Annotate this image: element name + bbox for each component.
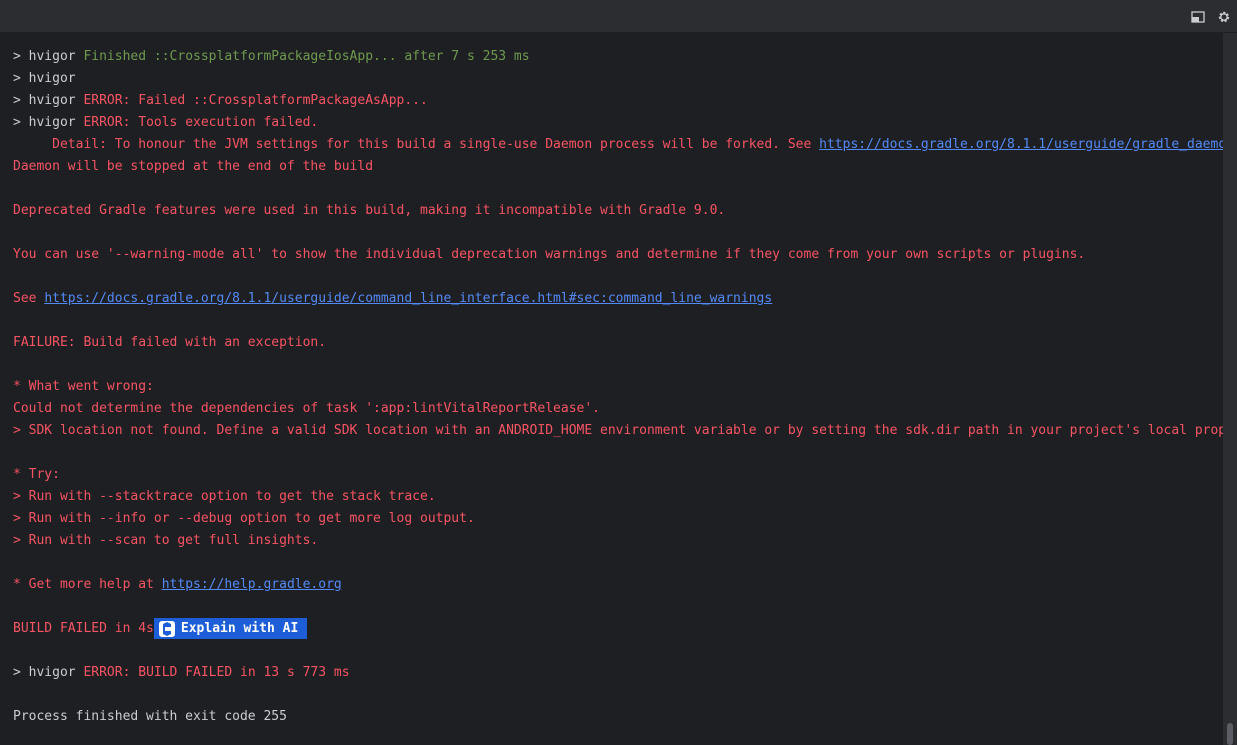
console-line: Deprecated Gradle features were used in … <box>13 203 726 218</box>
console-line: FAILURE: Build failed with an exception. <box>13 335 327 350</box>
success-message: Finished ::CrossplatformPackageIosApp...… <box>83 49 530 64</box>
console-line: > hvigor <box>13 68 1223 90</box>
prompt-text: > hvigor <box>13 115 84 130</box>
console-line: * Get more help at https://help.gradle.o… <box>13 574 1223 596</box>
console-line: > hvigor ERROR: Failed ::CrossplatformPa… <box>13 90 1223 112</box>
restore-layout-icon[interactable] <box>1189 9 1207 25</box>
console-line: Detail: To honour the JVM settings for t… <box>13 134 1223 156</box>
error-message: ERROR: Tools execution failed. <box>83 115 319 130</box>
run-console-output[interactable]: > hvigor Finished ::CrossplatformPackage… <box>0 33 1223 745</box>
ai-logo-icon <box>158 620 175 637</box>
explain-with-ai-label: Explain with AI <box>180 620 299 636</box>
console-line: > SDK location not found. Define a valid… <box>13 423 1223 438</box>
prompt-text: > hvigor <box>13 93 84 108</box>
console-line: > Run with --stacktrace option to get th… <box>13 489 436 504</box>
gear-icon[interactable] <box>1215 9 1233 25</box>
command-line-warnings-link[interactable]: https://docs.gradle.org/8.1.1/userguide/… <box>44 291 772 306</box>
gradle-daemon-link[interactable]: https://docs.gradle.org/8.1.1/userguide/… <box>819 137 1223 152</box>
help-label: * Get more help at <box>13 577 162 592</box>
header-actions <box>1189 9 1233 25</box>
console-line: You can use '--warning-mode all' to show… <box>13 247 1086 262</box>
console-line: > hvigor Finished ::CrossplatformPackage… <box>13 46 1223 68</box>
prompt-text: > hvigor <box>13 71 76 86</box>
console-line: > hvigor ERROR: Tools execution failed. <box>13 112 1223 134</box>
console-line: * What went wrong: <box>13 379 154 394</box>
console-line: > Run with --info or --debug option to g… <box>13 511 475 526</box>
vertical-scrollbar[interactable] <box>1223 33 1237 745</box>
error-message: ERROR: Failed ::CrossplatformPackageAsAp… <box>83 93 428 108</box>
gradle-help-link[interactable]: https://help.gradle.org <box>162 577 342 592</box>
error-message: ERROR: BUILD FAILED in 13 s 773 ms <box>83 665 350 680</box>
console-line: > hvigor ERROR: BUILD FAILED in 13 s 773… <box>13 662 1223 684</box>
console-line: BUILD FAILED in 4s Explain with AI <box>13 618 1223 640</box>
see-label: See <box>13 291 45 306</box>
build-failed-text: BUILD FAILED in 4s <box>13 621 154 636</box>
console-line: > Run with --scan to get full insights. <box>13 533 319 548</box>
process-exit-line: Process finished with exit code 255 <box>13 709 287 724</box>
console-line: Could not determine the dependencies of … <box>13 401 600 416</box>
scrollbar-thumb[interactable] <box>1227 723 1233 745</box>
prompt-text: > hvigor <box>13 665 84 680</box>
tool-window-header <box>0 0 1237 33</box>
console-line: * Try: <box>13 467 60 482</box>
console-line: See https://docs.gradle.org/8.1.1/usergu… <box>13 288 1223 310</box>
prompt-text: > hvigor <box>13 49 84 64</box>
error-detail: Detail: To honour the JVM settings for t… <box>13 137 820 152</box>
console-line: Daemon will be stopped at the end of the… <box>13 159 374 174</box>
explain-with-ai-button[interactable]: Explain with AI <box>153 618 308 639</box>
